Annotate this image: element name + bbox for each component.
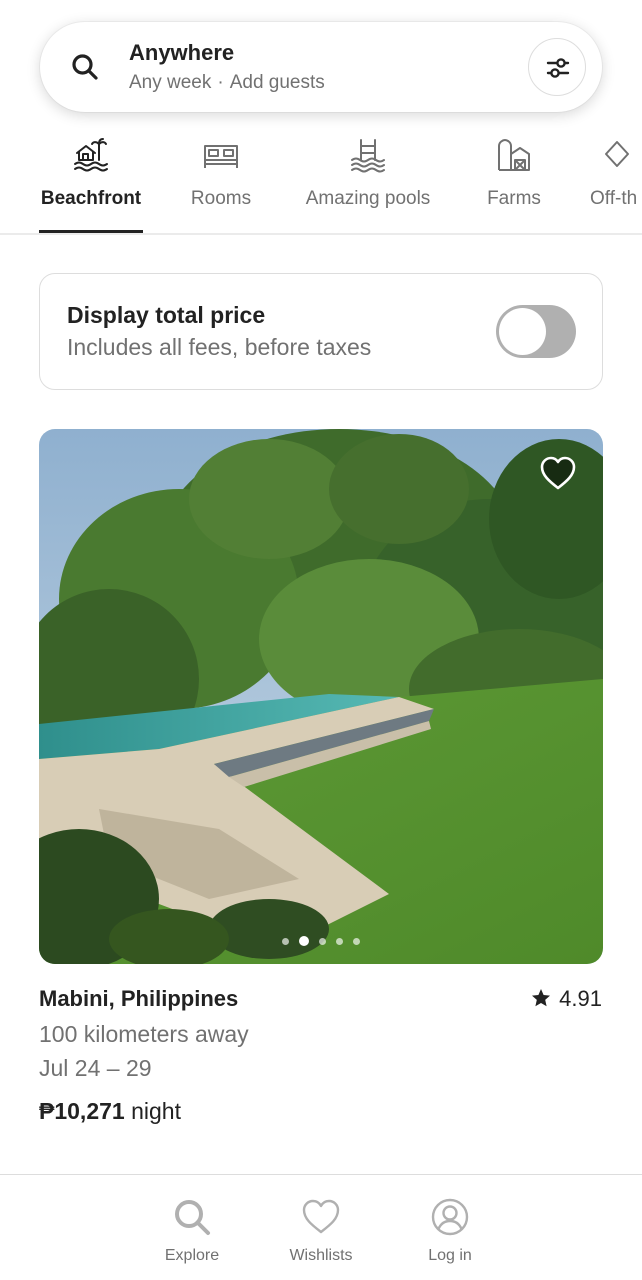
category-bar: Beachfront Rooms Amazing pools Farms Off… bbox=[0, 136, 642, 234]
nav-label: Explore bbox=[164, 1247, 220, 1264]
photo-dot[interactable] bbox=[353, 937, 360, 945]
search-bar[interactable]: Anywhere Any week · Add guests bbox=[40, 22, 602, 112]
user-icon bbox=[431, 1198, 469, 1236]
total-price-toggle[interactable] bbox=[496, 305, 576, 358]
category-divider bbox=[0, 233, 642, 235]
search-week: Any week bbox=[129, 72, 212, 93]
pool-icon bbox=[351, 139, 385, 173]
category-off-the-grid[interactable]: Off-th bbox=[590, 136, 642, 234]
nav-label: Log in bbox=[428, 1247, 472, 1264]
filter-icon bbox=[546, 58, 570, 78]
photo-dot[interactable] bbox=[336, 937, 343, 945]
search-subtitle: Any week · Add guests bbox=[129, 72, 325, 94]
photo-pagination bbox=[39, 936, 603, 946]
nav-label: Wishlists bbox=[289, 1247, 353, 1264]
bed-icon bbox=[204, 145, 238, 168]
price-unit: night bbox=[131, 1098, 181, 1124]
listing-image bbox=[39, 429, 603, 964]
category-label: Amazing pools bbox=[305, 188, 431, 209]
nav-explore[interactable]: Explore bbox=[137, 1197, 247, 1265]
search-location: Anywhere bbox=[129, 40, 235, 65]
listing-price: ₱10,271 night bbox=[39, 1098, 181, 1125]
search-separator: · bbox=[217, 72, 224, 93]
total-price-subtitle: Includes all fees, before taxes bbox=[67, 334, 372, 360]
heart-icon bbox=[302, 1199, 340, 1234]
heart-icon[interactable] bbox=[539, 455, 577, 491]
star-icon bbox=[532, 989, 551, 1007]
search-icon bbox=[72, 54, 98, 80]
listing-dates: Jul 24 – 29 bbox=[39, 1055, 152, 1081]
category-label: Rooms bbox=[190, 188, 252, 209]
listing-photo[interactable] bbox=[39, 429, 603, 964]
photo-dot[interactable] bbox=[319, 937, 326, 945]
active-category-indicator bbox=[39, 230, 143, 233]
total-price-card: Display total price Includes all fees, b… bbox=[39, 273, 603, 390]
listing-rating: 4.91 bbox=[531, 986, 602, 1012]
bottom-nav: Explore Wishlists Log in bbox=[0, 1174, 642, 1280]
beachfront-icon bbox=[74, 138, 108, 172]
rating-value: 4.91 bbox=[559, 986, 602, 1011]
category-amazing-pools[interactable]: Amazing pools bbox=[298, 136, 438, 234]
total-price-title: Display total price bbox=[67, 302, 266, 328]
search-guests: Add guests bbox=[229, 72, 325, 93]
category-label: Off-th bbox=[590, 188, 638, 209]
photo-dot-active[interactable] bbox=[299, 936, 309, 946]
farm-icon bbox=[498, 139, 530, 171]
search-icon bbox=[175, 1200, 210, 1235]
category-beachfront[interactable]: Beachfront bbox=[39, 136, 143, 234]
category-farms[interactable]: Farms bbox=[478, 136, 550, 234]
price-amount: ₱10,271 bbox=[39, 1098, 125, 1124]
nav-wishlists[interactable]: Wishlists bbox=[266, 1197, 376, 1265]
diamond-icon bbox=[605, 141, 629, 167]
category-label: Beachfront bbox=[40, 188, 142, 209]
photo-dot[interactable] bbox=[282, 937, 289, 945]
category-rooms[interactable]: Rooms bbox=[180, 136, 262, 234]
filter-button[interactable] bbox=[528, 38, 586, 96]
nav-log-in[interactable]: Log in bbox=[395, 1197, 505, 1265]
category-label: Farms bbox=[487, 188, 541, 209]
listing-distance: 100 kilometers away bbox=[39, 1021, 249, 1047]
toggle-knob bbox=[499, 308, 546, 355]
listing-location[interactable]: Mabini, Philippines bbox=[39, 986, 238, 1012]
